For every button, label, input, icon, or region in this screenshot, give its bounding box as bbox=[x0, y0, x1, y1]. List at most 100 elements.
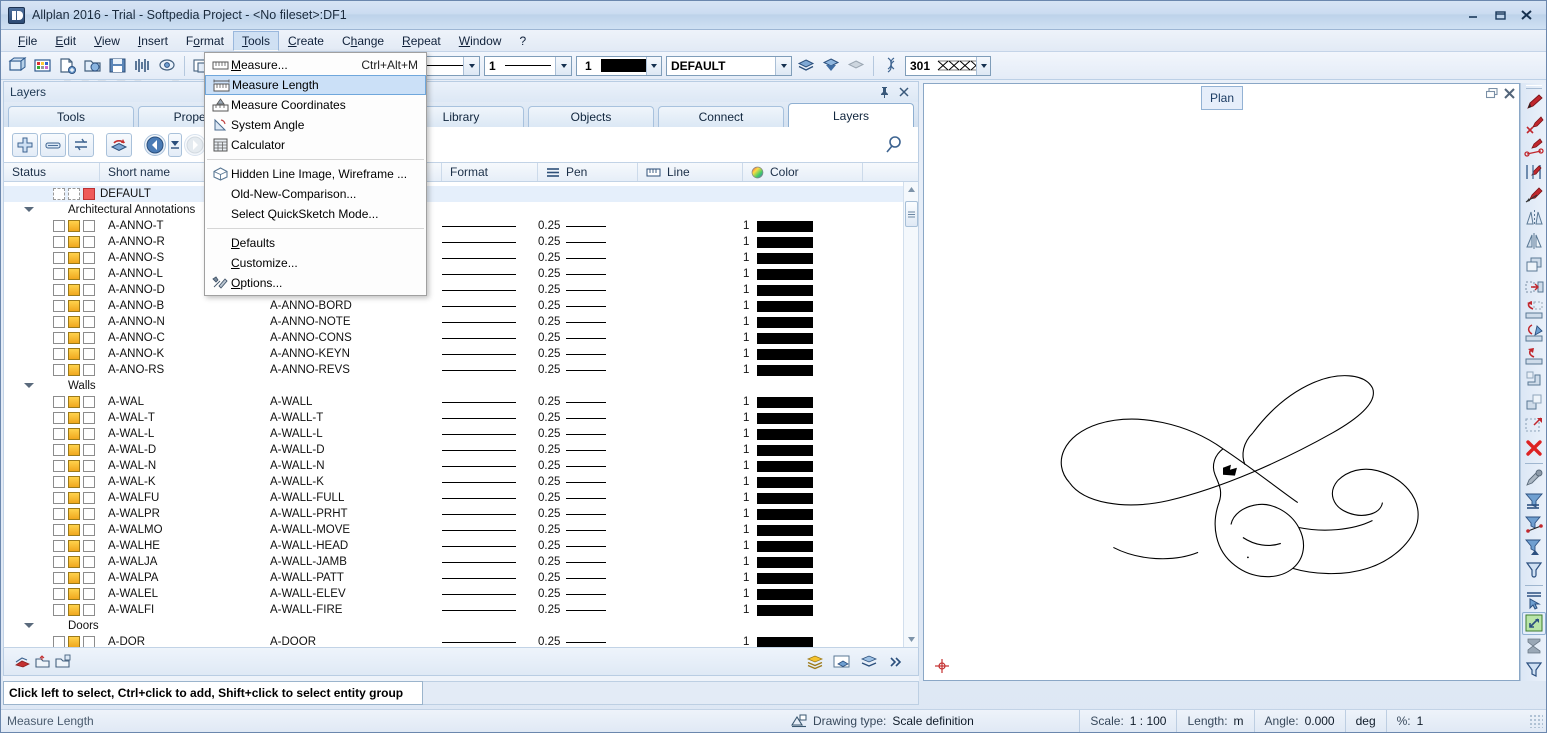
rotate-copy-icon[interactable] bbox=[1522, 298, 1546, 321]
status-checkbox-3[interactable] bbox=[83, 268, 95, 280]
table-row[interactable]: A-ANNO-T 0.25 1 bbox=[4, 218, 918, 234]
status-checkbox-1[interactable] bbox=[53, 252, 65, 264]
menu-tools[interactable]: Tools bbox=[232, 30, 279, 51]
minimize-button[interactable] bbox=[1459, 6, 1486, 25]
new-project-icon[interactable] bbox=[5, 54, 30, 78]
status-checkbox-3[interactable] bbox=[83, 572, 95, 584]
history-dropdown-icon[interactable] bbox=[168, 132, 182, 157]
open-file-icon[interactable] bbox=[80, 54, 105, 78]
group-expand-triangle[interactable] bbox=[24, 383, 34, 388]
layer-status-cell[interactable] bbox=[4, 476, 100, 488]
group-expand-triangle[interactable] bbox=[24, 623, 34, 628]
layer-stack-icon[interactable] bbox=[805, 652, 825, 672]
dna-helix-icon[interactable] bbox=[878, 54, 903, 78]
drawing-file-dropdown-arrow[interactable] bbox=[976, 56, 990, 75]
menu-item-system-angle[interactable]: System Angle bbox=[205, 115, 426, 135]
table-row[interactable]: A-ANNO-N A-ANNO-NOTE 0.25 1 bbox=[4, 314, 918, 330]
column-header-pen[interactable]: Pen bbox=[538, 163, 638, 181]
new-file-icon[interactable] bbox=[55, 54, 80, 78]
layers-list[interactable]: DEFAULT Architectural Annotations A-ANNO-T… bbox=[3, 182, 919, 648]
tab-objects[interactable]: Objects bbox=[528, 106, 654, 127]
status-checkbox-3[interactable] bbox=[83, 348, 95, 360]
layer-status-cell[interactable] bbox=[4, 348, 100, 360]
menu-create[interactable]: Create bbox=[279, 31, 333, 51]
search-layer-icon[interactable] bbox=[880, 133, 906, 157]
table-row[interactable]: A-WALEL A-WALL-ELEV 0.25 1 bbox=[4, 586, 918, 602]
layer-group-row[interactable]: Walls bbox=[4, 378, 918, 394]
status-checkbox-1[interactable] bbox=[53, 284, 65, 296]
status-checkbox-2[interactable] bbox=[68, 268, 80, 280]
table-row[interactable]: A-WALFI A-WALL-FIRE 0.25 1 bbox=[4, 602, 918, 618]
menu-file[interactable]: File bbox=[9, 31, 46, 51]
layer-status-cell[interactable] bbox=[4, 540, 100, 552]
layer-status-cell[interactable] bbox=[4, 460, 100, 472]
status-checkbox-2[interactable] bbox=[68, 348, 80, 360]
menu-item-old-new-comparison[interactable]: Old-New-Comparison... bbox=[205, 184, 426, 204]
table-row[interactable]: A-ANNO-R 0.25 1 bbox=[4, 234, 918, 250]
layer-dropdown-arrow[interactable] bbox=[775, 56, 791, 75]
command-prompt-field[interactable]: Click left to select, Ctrl+click to add,… bbox=[3, 681, 423, 705]
status-checkbox-3[interactable] bbox=[83, 332, 95, 344]
status-checkbox-2[interactable] bbox=[68, 236, 80, 248]
tab-layers[interactable]: Layers bbox=[788, 103, 914, 127]
status-checkbox-1[interactable] bbox=[53, 412, 65, 424]
filter-funnel-icon[interactable] bbox=[1522, 658, 1546, 681]
status-checkbox-1[interactable] bbox=[53, 332, 65, 344]
status-checkbox-2[interactable] bbox=[68, 284, 80, 296]
menu-repeat[interactable]: Repeat bbox=[393, 31, 450, 51]
status-checkbox-3[interactable] bbox=[83, 556, 95, 568]
back-navigate-icon[interactable] bbox=[144, 133, 166, 156]
table-row[interactable]: A-WAL-K A-WALL-K 0.25 1 bbox=[4, 474, 918, 490]
status-checkbox-1[interactable] bbox=[53, 460, 65, 472]
status-checkbox-1[interactable] bbox=[53, 220, 65, 232]
status-checkbox-3[interactable] bbox=[83, 540, 95, 552]
column-header-line[interactable]: Line bbox=[638, 163, 743, 181]
layer-set-icon[interactable] bbox=[819, 54, 844, 78]
import-layer-icon[interactable] bbox=[12, 652, 32, 672]
scroll-up-arrow[interactable] bbox=[904, 182, 919, 197]
table-row[interactable]: A-WAL-T A-WALL-T 0.25 1 bbox=[4, 410, 918, 426]
status-checkbox-3[interactable] bbox=[83, 236, 95, 248]
copy-offset-icon[interactable] bbox=[1522, 252, 1546, 275]
table-row[interactable]: A-WALPR A-WALL-PRHT 0.25 1 bbox=[4, 506, 918, 522]
status-checkbox-3[interactable] bbox=[83, 364, 95, 376]
layer-status-cell[interactable] bbox=[4, 236, 100, 248]
status-checkbox-1[interactable] bbox=[53, 604, 65, 616]
menu-item-select-quicksketch-mode[interactable]: Select QuickSketch Mode... bbox=[205, 204, 426, 224]
align-icon[interactable] bbox=[1522, 344, 1546, 367]
layer-privileges-icon[interactable] bbox=[106, 132, 132, 157]
filter-area-icon[interactable] bbox=[1522, 536, 1546, 559]
status-checkbox-1[interactable] bbox=[53, 540, 65, 552]
scroll-down-arrow[interactable] bbox=[904, 632, 919, 647]
status-checkbox-3[interactable] bbox=[83, 508, 95, 520]
status-checkbox-2[interactable] bbox=[68, 556, 80, 568]
restore-window-icon[interactable] bbox=[1485, 87, 1498, 102]
layer-status-cell[interactable] bbox=[4, 364, 100, 376]
layer-status-cell[interactable] bbox=[4, 268, 100, 280]
column-header-status[interactable]: Status bbox=[4, 163, 100, 181]
status-checkbox-2[interactable] bbox=[68, 396, 80, 408]
status-checkbox-3[interactable] bbox=[83, 284, 95, 296]
stretch-icon[interactable] bbox=[1522, 367, 1546, 390]
status-checkbox-3[interactable] bbox=[83, 492, 95, 504]
layer-status-cell[interactable] bbox=[4, 508, 100, 520]
layer-status-cell[interactable] bbox=[4, 412, 100, 424]
menu-item-measure-length[interactable]: Measure Length bbox=[205, 75, 426, 95]
status-checkbox-2[interactable] bbox=[68, 588, 80, 600]
filter-line-icon[interactable] bbox=[1522, 513, 1546, 536]
layer-status-cell[interactable] bbox=[4, 220, 100, 232]
table-row[interactable]: A-WALHE A-WALL-HEAD 0.25 1 bbox=[4, 538, 918, 554]
table-row[interactable]: A-WALPA A-WALL-PATT 0.25 1 bbox=[4, 570, 918, 586]
status-checkbox-2[interactable] bbox=[68, 460, 80, 472]
layer-status-cell[interactable] bbox=[4, 252, 100, 264]
layer-status-cell[interactable] bbox=[4, 444, 100, 456]
table-row[interactable]: A-ANO-RS A-ANNO-REVS 0.25 1 bbox=[4, 362, 918, 378]
save-icon[interactable] bbox=[105, 54, 130, 78]
layer-status-cell[interactable] bbox=[4, 188, 100, 200]
status-color-box[interactable] bbox=[83, 188, 95, 200]
open-layer-set-icon[interactable] bbox=[32, 652, 52, 672]
status-checkbox-3[interactable] bbox=[83, 460, 95, 472]
menu-item-hidden-line-image[interactable]: Hidden Line Image, Wireframe ... bbox=[205, 164, 426, 184]
status-checkbox-3[interactable] bbox=[83, 476, 95, 488]
status-checkbox-3[interactable] bbox=[83, 588, 95, 600]
